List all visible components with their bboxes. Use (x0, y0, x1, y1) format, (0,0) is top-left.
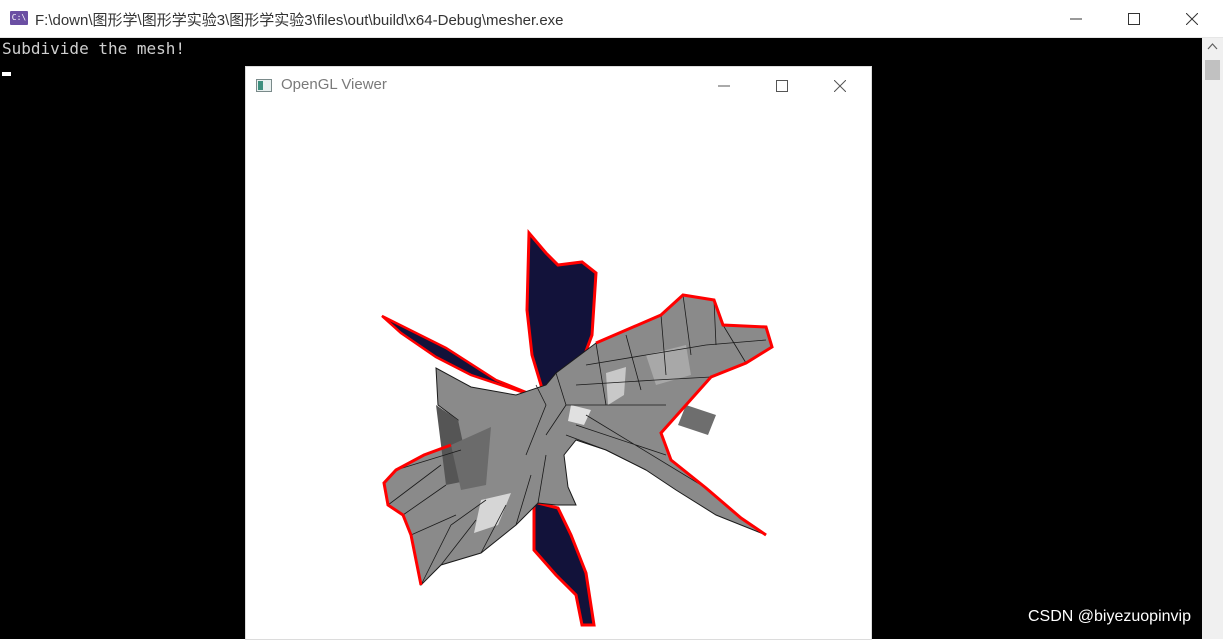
maximize-icon (776, 80, 788, 92)
csdn-watermark: CSDN @biyezuopinvip (1028, 608, 1191, 625)
mesh-back-face-bottom (532, 500, 596, 627)
close-icon (1186, 13, 1198, 25)
scroll-thumb[interactable] (1205, 60, 1220, 80)
console-close-button[interactable] (1163, 0, 1221, 38)
console-scrollbar[interactable] (1202, 38, 1223, 639)
subdivided-mesh-render (381, 229, 774, 627)
console-titlebar[interactable]: C:\ F:\down\图形学\图形学实验3\图形学实验3\files\out\… (0, 0, 1223, 38)
console-cursor (2, 72, 11, 76)
opengl-render-canvas[interactable] (246, 105, 871, 639)
console-minimize-button[interactable] (1047, 0, 1105, 38)
opengl-viewer-window[interactable]: OpenGL Viewer (246, 67, 871, 639)
opengl-titlebar[interactable]: OpenGL Viewer (246, 67, 871, 105)
maximize-icon (1128, 13, 1140, 25)
close-icon (834, 80, 846, 92)
minimize-icon (718, 85, 730, 87)
opengl-window-title: OpenGL Viewer (281, 76, 387, 93)
opengl-close-button[interactable] (811, 67, 869, 105)
scroll-up-arrow-icon (1207, 43, 1218, 50)
opengl-app-icon (256, 79, 272, 92)
console-output-line: Subdivide the mesh! (2, 39, 186, 58)
console-window-title: F:\down\图形学\图形学实验3\图形学实验3\files\out\buil… (35, 12, 564, 29)
scroll-up-button[interactable] (1202, 38, 1223, 56)
minimize-icon (1070, 18, 1082, 20)
console-maximize-button[interactable] (1105, 0, 1163, 38)
console-app-icon: C:\ (10, 11, 28, 25)
opengl-maximize-button[interactable] (753, 67, 811, 105)
opengl-minimize-button[interactable] (695, 67, 753, 105)
